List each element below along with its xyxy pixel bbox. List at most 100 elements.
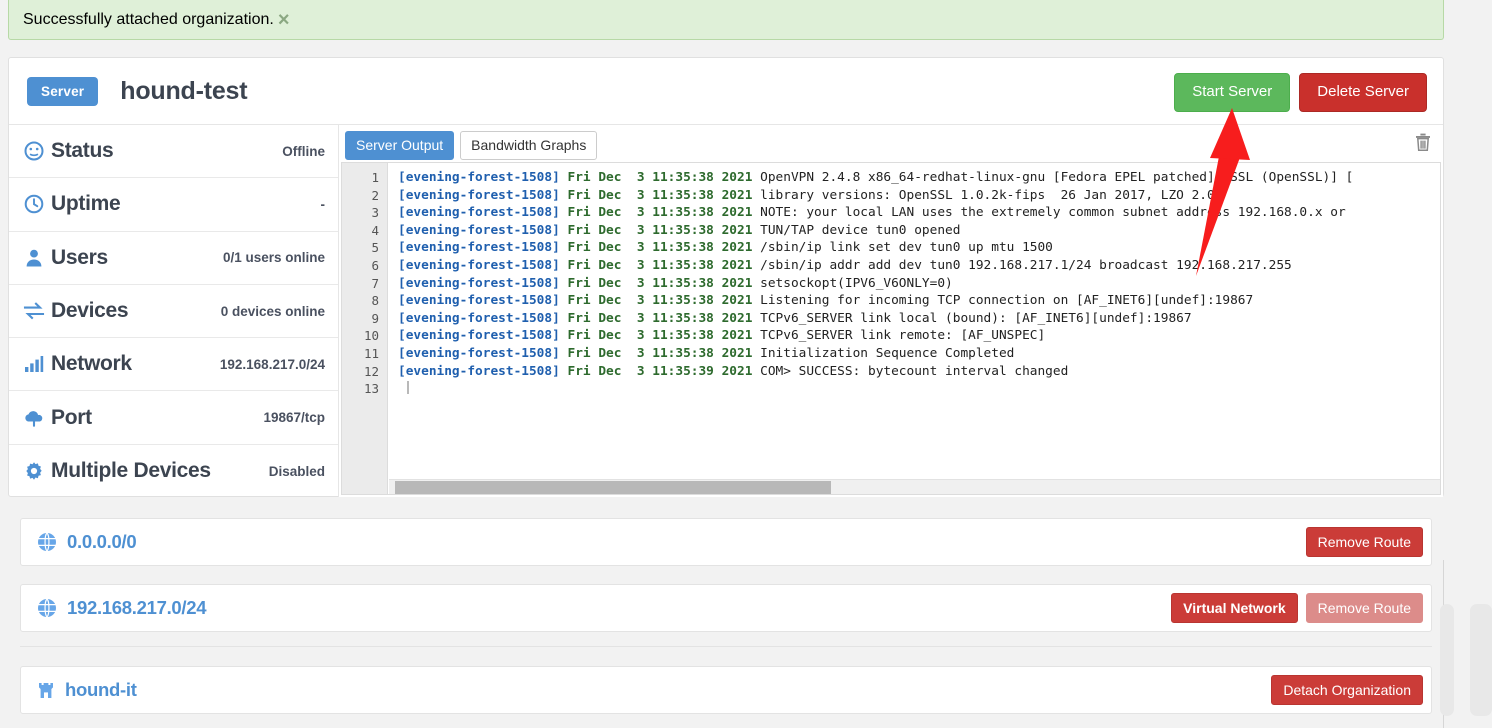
clock-icon [21,194,46,214]
server-output-console[interactable]: 1 2 3 4 5 6 7 8 9 10 11 12 13 [evening-f… [341,162,1441,495]
log-host: [evening-forest-1508] [398,310,568,326]
signal-icon [21,355,46,373]
remove-route-button[interactable]: Remove Route [1305,592,1423,624]
section-divider [20,646,1432,647]
sidebar-item-value: 19867/tcp [263,410,325,426]
route-row: 0.0.0.0/0 Remove Route [20,518,1432,566]
route-actions: Remove Route [1305,526,1423,558]
line-number: 6 [371,257,379,273]
route-name: 192.168.217.0/24 [67,597,207,618]
exchange-icon [21,302,46,320]
log-timestamp: Fri Dec 3 11:35:38 2021 [567,275,761,291]
log-host: [evening-forest-1508] [398,187,568,203]
tab-server-output[interactable]: Server Output [345,130,455,161]
sidebar-item-network: Network 192.168.217.0/24 [9,338,338,392]
log-host: [evening-forest-1508] [398,345,568,361]
line-number: 9 [371,310,379,326]
sidebar-item-value: 0/1 users online [222,250,325,266]
server-action-buttons: Start Server Delete Server [1174,73,1427,112]
log-message: library versions: OpenSSL 1.0.2k-fips 26… [760,187,1223,203]
page-root: Successfully attached organization. × Se… [0,0,1492,728]
cloud-upload-icon [21,409,46,427]
page-scrollbar-thumb-secondary[interactable] [1470,604,1492,716]
log-timestamp: Fri Dec 3 11:35:38 2021 [567,240,761,256]
log-timestamp: Fri Dec 3 11:35:38 2021 [567,187,761,203]
server-output-pane: Server Output Bandwidth Graphs 1 2 3 4 5… [339,125,1443,497]
log-line [389,380,1440,398]
sidebar-item-devices: Devices 0 devices online [9,285,338,339]
server-panel-body: Status Offline Uptime - Users 0/1 users … [9,125,1443,497]
log-line: [evening-forest-1508] Fri Dec 3 11:35:38… [389,275,1440,293]
line-number: 13 [363,381,379,397]
line-number: 12 [363,363,379,379]
sidebar-item-multiple-devices: Multiple Devices Disabled [9,445,338,498]
log-message: TCPv6_SERVER link remote: [AF_UNSPEC] [760,328,1046,344]
log-message: /sbin/ip addr add dev tun0 192.168.217.1… [760,257,1292,273]
globe-icon [37,598,57,618]
sidebar-item-label: Multiple Devices [51,459,211,483]
line-number: 8 [371,293,379,309]
log-line: [evening-forest-1508] Fri Dec 3 11:35:38… [389,310,1440,328]
organization-actions: Detach Organization [1271,674,1423,706]
tab-bandwidth-graphs[interactable]: Bandwidth Graphs [460,130,598,161]
console-hscrollbar-thumb[interactable] [395,481,831,494]
line-number: 3 [371,205,379,221]
trash-icon[interactable] [1415,133,1431,151]
sidebar-item-value: - [320,196,326,212]
log-host: [evening-forest-1508] [398,240,568,256]
start-server-button[interactable]: Start Server [1174,73,1291,112]
sidebar-item-label: Status [51,139,114,163]
line-number: 7 [371,275,379,291]
server-info-sidebar: Status Offline Uptime - Users 0/1 users … [9,125,339,497]
log-line: [evening-forest-1508] Fri Dec 3 11:35:38… [389,169,1440,187]
sidebar-item-port: Port 19867/tcp [9,391,338,445]
detach-organization-button[interactable]: Detach Organization [1271,674,1423,706]
console-hscrollbar[interactable] [389,479,1440,494]
log-line: [evening-forest-1508] Fri Dec 3 11:35:38… [389,222,1440,240]
log-message: Initialization Sequence Completed [760,345,1015,361]
log-host: [evening-forest-1508] [398,222,568,238]
sidebar-item-value: 0 devices online [220,303,325,319]
log-timestamp: Fri Dec 3 11:35:38 2021 [567,170,761,185]
log-line: [evening-forest-1508] Fri Dec 3 11:35:38… [389,257,1440,275]
server-panel-header: Server hound-test Start Server Delete Se… [9,58,1443,125]
log-message: setsockopt(IPV6_V6ONLY=0) [760,275,953,291]
alert-close-icon[interactable]: × [274,10,294,30]
log-message: COM> SUCCESS: bytecount interval changed [760,363,1069,379]
line-number-gutter: 1 2 3 4 5 6 7 8 9 10 11 12 13 [342,163,388,494]
remove-route-button[interactable]: Remove Route [1305,526,1423,558]
log-line: [evening-forest-1508] Fri Dec 3 11:35:38… [389,327,1440,345]
route-row: 192.168.217.0/24 Virtual Network Remove … [20,584,1432,632]
sidebar-item-users: Users 0/1 users online [9,232,338,285]
page-title: hound-test [120,76,248,105]
page-scrollbar-thumb[interactable] [1440,604,1454,716]
gear-icon [21,461,46,481]
alert-message: Successfully attached organization. [23,10,274,28]
line-number: 5 [371,240,379,256]
success-alert: Successfully attached organization. × [8,0,1444,40]
log-timestamp: Fri Dec 3 11:35:38 2021 [567,310,761,326]
log-message: Listening for incoming TCP connection on… [760,293,1254,309]
organization-name: hound-it [65,679,137,700]
sidebar-item-uptime: Uptime - [9,178,338,232]
sidebar-item-status: Status Offline [9,125,338,179]
log-line: [evening-forest-1508] Fri Dec 3 11:35:39… [389,363,1440,381]
log-line: [evening-forest-1508] Fri Dec 3 11:35:38… [389,239,1440,257]
log-message: NOTE: your local LAN uses the extremely … [760,205,1346,221]
log-message: OpenVPN 2.4.8 x86_64-redhat-linux-gnu [F… [760,170,1354,185]
delete-server-button[interactable]: Delete Server [1299,73,1427,112]
log-timestamp: Fri Dec 3 11:35:38 2021 [567,293,761,309]
sidebar-item-label: Network [51,352,132,376]
sidebar-item-label: Uptime [51,192,121,216]
line-number: 2 [371,187,379,203]
globe-icon [37,532,57,552]
speedometer-icon [21,141,46,161]
log-line: [evening-forest-1508] Fri Dec 3 11:35:38… [389,345,1440,363]
text-caret [407,381,409,395]
log-message: /sbin/ip link set dev tun0 up mtu 1500 [760,240,1053,256]
virtual-network-button[interactable]: Virtual Network [1171,592,1298,624]
sidebar-item-label: Port [51,405,92,429]
sidebar-item-value: Disabled [268,463,325,479]
org-icon [37,680,55,700]
user-icon [21,248,46,268]
